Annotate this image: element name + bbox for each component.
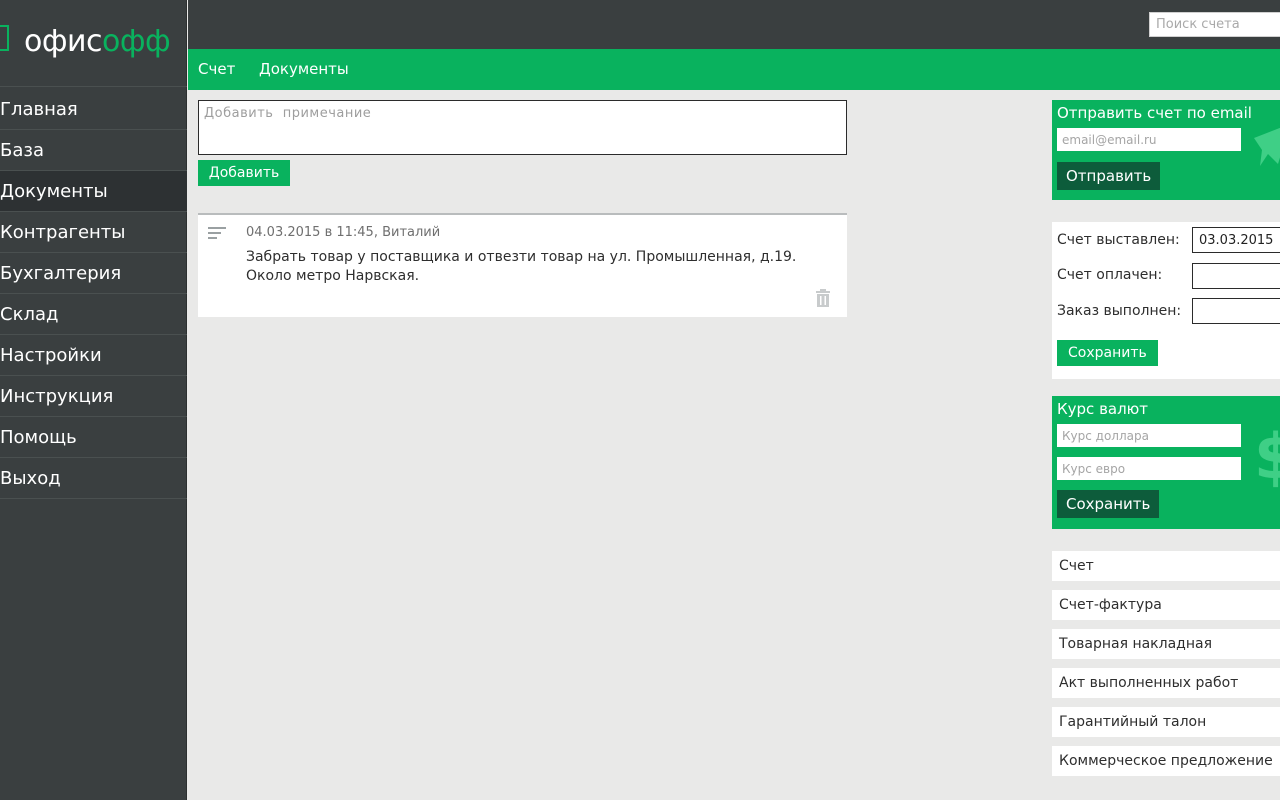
tab-documents[interactable]: Документы <box>259 49 349 90</box>
status-panel: Счет выставлен: Счет оплачен: Заказ выпо… <box>1052 222 1280 379</box>
email-panel-title: Отправить счет по email <box>1057 104 1252 122</box>
note-meta: 04.03.2015 в 11:45, Виталий <box>246 225 441 240</box>
document-link-offer[interactable]: Коммерческое предложение <box>1052 746 1280 776</box>
status-label-paid: Счет оплачен: <box>1057 267 1163 283</box>
logo-text-part1: офис <box>24 24 103 59</box>
save-currency-button[interactable]: Сохранить <box>1057 490 1160 518</box>
document-link-warranty[interactable]: Гарантийный талон <box>1052 707 1280 737</box>
paper-plane-icon <box>1254 127 1280 166</box>
sidebar-item-documents[interactable]: Документы <box>0 171 187 212</box>
sidebar-item-database[interactable]: База <box>0 130 187 171</box>
note-card: 04.03.2015 в 11:45, Виталий Забрать това… <box>198 213 847 317</box>
sidebar: офисофф Главная База Документы Контраген… <box>0 0 187 800</box>
save-status-button[interactable]: Сохранить <box>1057 340 1158 366</box>
logo-text-part2: офф <box>102 24 171 59</box>
sidebar-item-contractors[interactable]: Контрагенты <box>0 212 187 253</box>
sidebar-nav: Главная База Документы Контрагенты Бухга… <box>0 89 187 499</box>
note-text: Забрать товар у поставщика и отвезти тов… <box>246 249 797 284</box>
tab-bar: Счет Документы <box>188 49 1280 90</box>
status-label-issued: Счет выставлен: <box>1057 232 1180 248</box>
app-logo[interactable]: офисофф <box>0 0 187 87</box>
currency-panel-title: Курс валют <box>1057 400 1149 418</box>
document-link-tax-invoice[interactable]: Счет-фактура <box>1052 590 1280 620</box>
euro-rate-field[interactable] <box>1057 457 1241 480</box>
sidebar-item-instructions[interactable]: Инструкция <box>0 376 187 417</box>
dollar-rate-field[interactable] <box>1057 424 1241 447</box>
top-bar <box>188 0 1280 49</box>
issued-date-field[interactable] <box>1192 227 1280 253</box>
document-link-invoice[interactable]: Счет <box>1052 551 1280 581</box>
sidebar-item-settings[interactable]: Настройки <box>0 335 187 376</box>
document-link-completion-act[interactable]: Акт выполненных работ <box>1052 668 1280 698</box>
svg-text:$: $ <box>1254 422 1280 488</box>
dollar-icon: $ <box>1254 422 1280 488</box>
sidebar-item-warehouse[interactable]: Склад <box>0 294 187 335</box>
paid-date-field[interactable] <box>1192 263 1280 289</box>
sidebar-item-home[interactable]: Главная <box>0 89 187 130</box>
logo-mark-icon <box>0 25 9 51</box>
logo-text: офисофф <box>24 24 171 60</box>
note-lines-icon <box>208 227 226 239</box>
completed-date-field[interactable] <box>1192 298 1280 324</box>
status-label-completed: Заказ выполнен: <box>1057 303 1182 319</box>
sidebar-item-help[interactable]: Помощь <box>0 417 187 458</box>
email-panel: Отправить счет по email Отправить <box>1052 100 1280 200</box>
sidebar-item-accounting[interactable]: Бухгалтерия <box>0 253 187 294</box>
search-input[interactable] <box>1149 12 1280 37</box>
note-input[interactable] <box>198 100 847 155</box>
trash-icon[interactable] <box>815 289 831 307</box>
tab-invoice[interactable]: Счет <box>198 49 235 90</box>
send-email-button[interactable]: Отправить <box>1057 162 1161 190</box>
email-field[interactable] <box>1057 128 1241 151</box>
sidebar-item-logout[interactable]: Выход <box>0 458 187 499</box>
add-note-button[interactable]: Добавить <box>198 160 290 186</box>
document-link-waybill[interactable]: Товарная накладная <box>1052 629 1280 659</box>
currency-panel: $ Курс валют Сохранить <box>1052 396 1280 529</box>
document-list: Счет Счет-фактура Товарная накладная Акт… <box>1052 551 1280 785</box>
